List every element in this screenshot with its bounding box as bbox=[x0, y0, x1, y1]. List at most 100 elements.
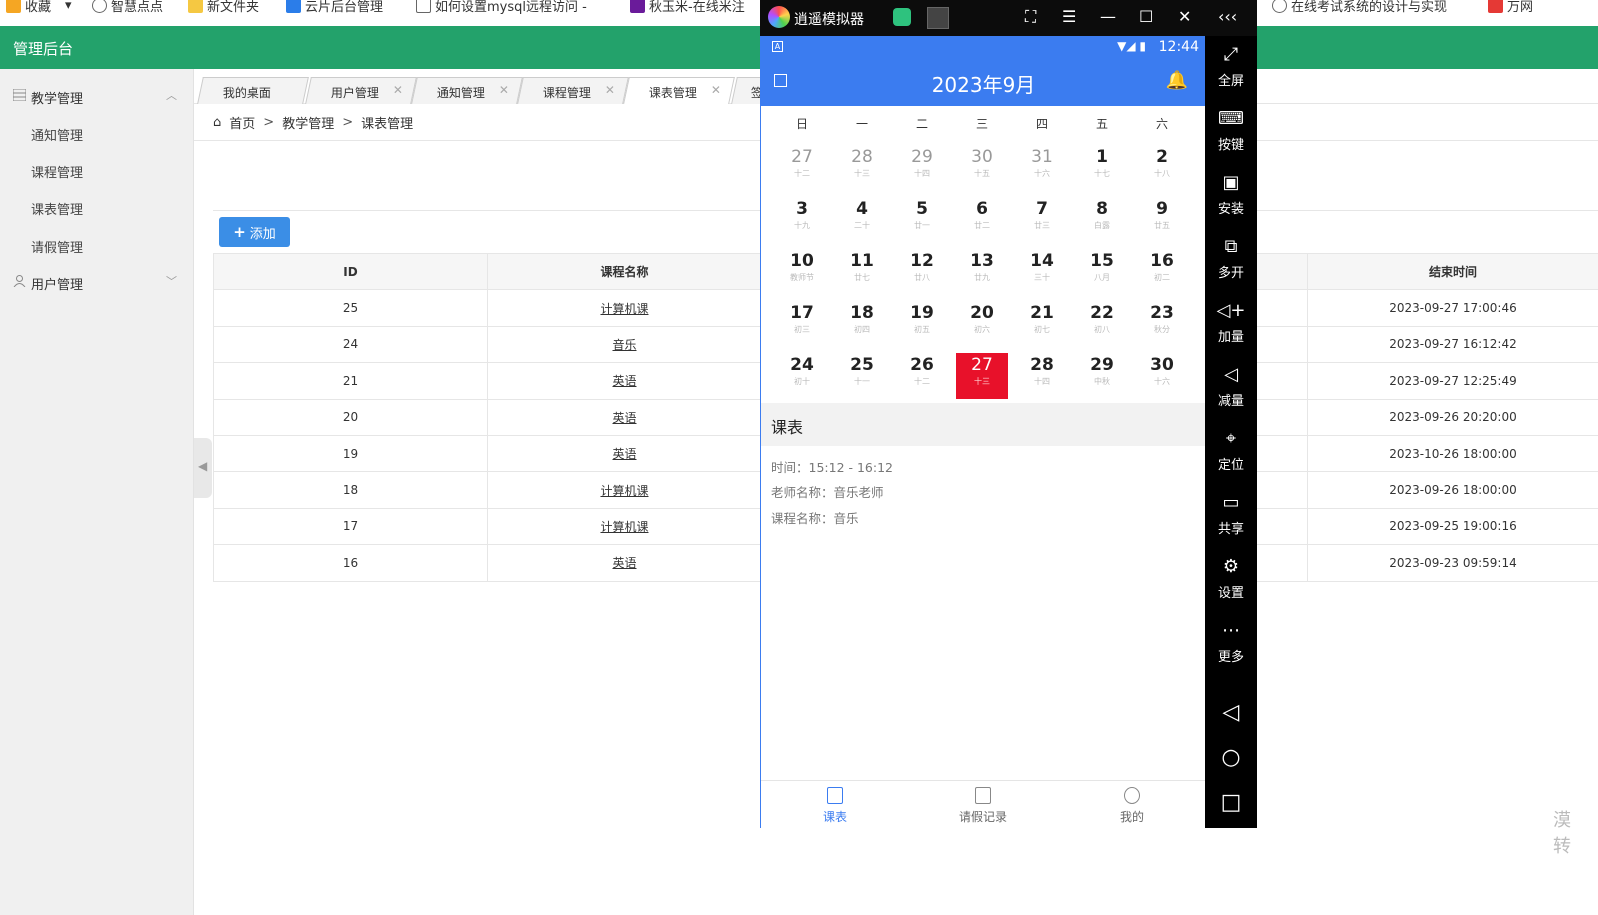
calendar-day[interactable]: 14 三十 bbox=[1016, 249, 1068, 295]
calendar-day[interactable]: 25 十一 bbox=[836, 353, 888, 399]
column-header-end-time[interactable]: 结束时间 bbox=[1307, 252, 1598, 291]
course-link[interactable]: 计算机课 bbox=[600, 302, 648, 316]
side-tool-3[interactable]: ⧉ 多开 bbox=[1205, 236, 1257, 281]
side-tool-7[interactable]: ▭ 共享 bbox=[1205, 492, 1257, 537]
calendar-day[interactable]: 2 十八 bbox=[1136, 145, 1188, 191]
calendar-day[interactable]: 31 十六 bbox=[1016, 145, 1068, 191]
sidebar-item-leave[interactable]: 请假管理 bbox=[31, 237, 83, 256]
bookmark-item[interactable]: 如何设置mysql远程访问 - bbox=[416, 0, 587, 14]
calendar-day[interactable]: 9 廿五 bbox=[1136, 197, 1188, 243]
bookmark-item[interactable]: 万网 bbox=[1488, 0, 1533, 14]
close-icon[interactable]: ✕ bbox=[499, 83, 509, 97]
calendar-day[interactable]: 20 初六 bbox=[956, 301, 1008, 347]
course-link[interactable]: 英语 bbox=[612, 374, 636, 388]
calendar-day[interactable]: 17 初三 bbox=[776, 301, 828, 347]
menu-icon[interactable]: ☰ bbox=[1062, 7, 1076, 26]
bookmark-item[interactable]: 秋玉米-在线米注 bbox=[630, 0, 745, 14]
sidebar-group-teaching[interactable]: 教学管理 ︿ bbox=[0, 77, 194, 114]
tab-course[interactable]: 课程管理 ✕ bbox=[517, 77, 629, 104]
calendar-day[interactable]: 10 教师节 bbox=[776, 249, 828, 295]
calendar-day[interactable]: 12 廿八 bbox=[896, 249, 948, 295]
sidebar-item-schedule[interactable]: 课表管理 bbox=[31, 199, 83, 218]
course-link[interactable]: 计算机课 bbox=[600, 484, 648, 498]
side-tool-0[interactable]: ⤢ 全屏 bbox=[1205, 44, 1257, 89]
calendar-day[interactable]: 1 十七 bbox=[1076, 145, 1128, 191]
calendar-day[interactable]: 24 初十 bbox=[776, 353, 828, 399]
calendar-day[interactable]: 6 廿二 bbox=[956, 197, 1008, 243]
close-icon[interactable]: ✕ bbox=[393, 83, 403, 97]
maximize-icon[interactable]: ☐ bbox=[1139, 7, 1153, 26]
bookmark-favorites[interactable]: 收藏 ▾ bbox=[6, 0, 72, 14]
screenshot-icon[interactable]: ⛶ bbox=[1025, 7, 1036, 27]
app-shortcut-icon[interactable] bbox=[927, 7, 949, 29]
recents-icon[interactable]: □ bbox=[1205, 790, 1257, 815]
calendar-day[interactable]: 19 初五 bbox=[896, 301, 948, 347]
calendar-day[interactable]: 5 廿一 bbox=[896, 197, 948, 243]
column-header-course[interactable]: 课程名称 bbox=[487, 252, 762, 291]
calendar-day[interactable]: 11 廿七 bbox=[836, 249, 888, 295]
tab-notice[interactable]: 通知管理 ✕ bbox=[411, 77, 523, 104]
sidebar-item-notice[interactable]: 通知管理 bbox=[31, 125, 83, 144]
calendar-day[interactable]: 29 中秋 bbox=[1076, 353, 1128, 399]
breadcrumb-home[interactable]: 首页 bbox=[229, 113, 255, 132]
nav-profile[interactable]: 我的 bbox=[1082, 781, 1182, 825]
column-header-id[interactable]: ID bbox=[213, 252, 488, 291]
calendar-day[interactable]: 8 白露 bbox=[1076, 197, 1128, 243]
side-tool-2[interactable]: ▣ 安装 bbox=[1205, 172, 1257, 217]
side-tool-6[interactable]: ⌖ 定位 bbox=[1205, 428, 1257, 473]
back-icon[interactable]: ◁ bbox=[1205, 700, 1257, 725]
home-icon[interactable]: ○ bbox=[1205, 745, 1257, 770]
calendar-day[interactable]: 4 二十 bbox=[836, 197, 888, 243]
calendar-day[interactable]: 16 初二 bbox=[1136, 249, 1188, 295]
calendar-day[interactable]: 21 初七 bbox=[1016, 301, 1068, 347]
side-tool-1[interactable]: ⌨ 按键 bbox=[1205, 108, 1257, 153]
bookmark-item[interactable]: 云片后台管理 bbox=[286, 0, 383, 14]
course-link[interactable]: 计算机课 bbox=[600, 520, 648, 534]
course-link[interactable]: 音乐 bbox=[612, 338, 636, 352]
side-tool-9[interactable]: ⋯ 更多 bbox=[1205, 620, 1257, 665]
sidebar-item-course[interactable]: 课程管理 bbox=[31, 162, 83, 181]
minimize-icon[interactable]: — bbox=[1100, 7, 1116, 26]
calendar-day[interactable]: 3 十九 bbox=[776, 197, 828, 243]
course-link[interactable]: 英语 bbox=[612, 556, 636, 570]
calendar-day-selected[interactable]: 27 十三 bbox=[956, 353, 1008, 399]
tab-schedule[interactable]: 课表管理 ✕ bbox=[623, 77, 735, 104]
bookmark-item[interactable]: 在线考试系统的设计与实现 bbox=[1272, 0, 1447, 14]
collapse-panel-icon[interactable]: ‹‹‹ bbox=[1218, 7, 1237, 26]
sidebar-group-users[interactable]: 用户管理 ﹀ bbox=[0, 263, 194, 300]
calendar-day[interactable]: 29 十四 bbox=[896, 145, 948, 191]
side-tool-8[interactable]: ⚙ 设置 bbox=[1205, 556, 1257, 601]
lunar-date: 初七 bbox=[1034, 325, 1050, 334]
nav-schedule[interactable]: 课表 bbox=[785, 781, 885, 825]
day-number: 10 bbox=[790, 251, 814, 271]
side-tool-5[interactable]: ◁ 减量 bbox=[1205, 364, 1257, 409]
course-link[interactable]: 英语 bbox=[612, 447, 636, 461]
close-icon[interactable]: ✕ bbox=[711, 83, 721, 97]
calendar-day[interactable]: 7 廿三 bbox=[1016, 197, 1068, 243]
calendar-day[interactable]: 30 十六 bbox=[1136, 353, 1188, 399]
course-link[interactable]: 英语 bbox=[612, 411, 636, 425]
bookmark-item[interactable]: 新文件夹 bbox=[188, 0, 259, 14]
calendar-day[interactable]: 30 十五 bbox=[956, 145, 1008, 191]
calendar-day[interactable]: 15 八月 bbox=[1076, 249, 1128, 295]
calendar-day[interactable]: 18 初四 bbox=[836, 301, 888, 347]
side-tool-4[interactable]: ◁+ 加量 bbox=[1205, 300, 1257, 345]
tab-users[interactable]: 用户管理 ✕ bbox=[305, 77, 417, 104]
calendar-day[interactable]: 28 十四 bbox=[1016, 353, 1068, 399]
calendar-day[interactable]: 27 十二 bbox=[776, 145, 828, 191]
sidebar-collapse-handle[interactable]: ◀ bbox=[194, 438, 212, 498]
bookmark-item[interactable]: 智慧点点 bbox=[92, 0, 163, 14]
calendar-day[interactable]: 22 初八 bbox=[1076, 301, 1128, 347]
calendar-day[interactable]: 28 十三 bbox=[836, 145, 888, 191]
close-icon[interactable]: ✕ bbox=[605, 83, 615, 97]
calendar-day[interactable]: 23 秋分 bbox=[1136, 301, 1188, 347]
nav-leave-records[interactable]: 请假记录 bbox=[933, 781, 1033, 825]
close-icon[interactable]: ✕ bbox=[1178, 7, 1191, 26]
calendar-day[interactable]: 26 十二 bbox=[896, 353, 948, 399]
add-button[interactable]: + 添加 bbox=[219, 217, 290, 247]
app-shortcut-icon[interactable] bbox=[893, 8, 911, 26]
tab-desktop[interactable]: 我的桌面 bbox=[197, 77, 309, 104]
bell-icon[interactable]: 🔔 bbox=[1166, 70, 1188, 91]
breadcrumb-level1[interactable]: 教学管理 bbox=[282, 113, 334, 132]
calendar-day[interactable]: 13 廿九 bbox=[956, 249, 1008, 295]
